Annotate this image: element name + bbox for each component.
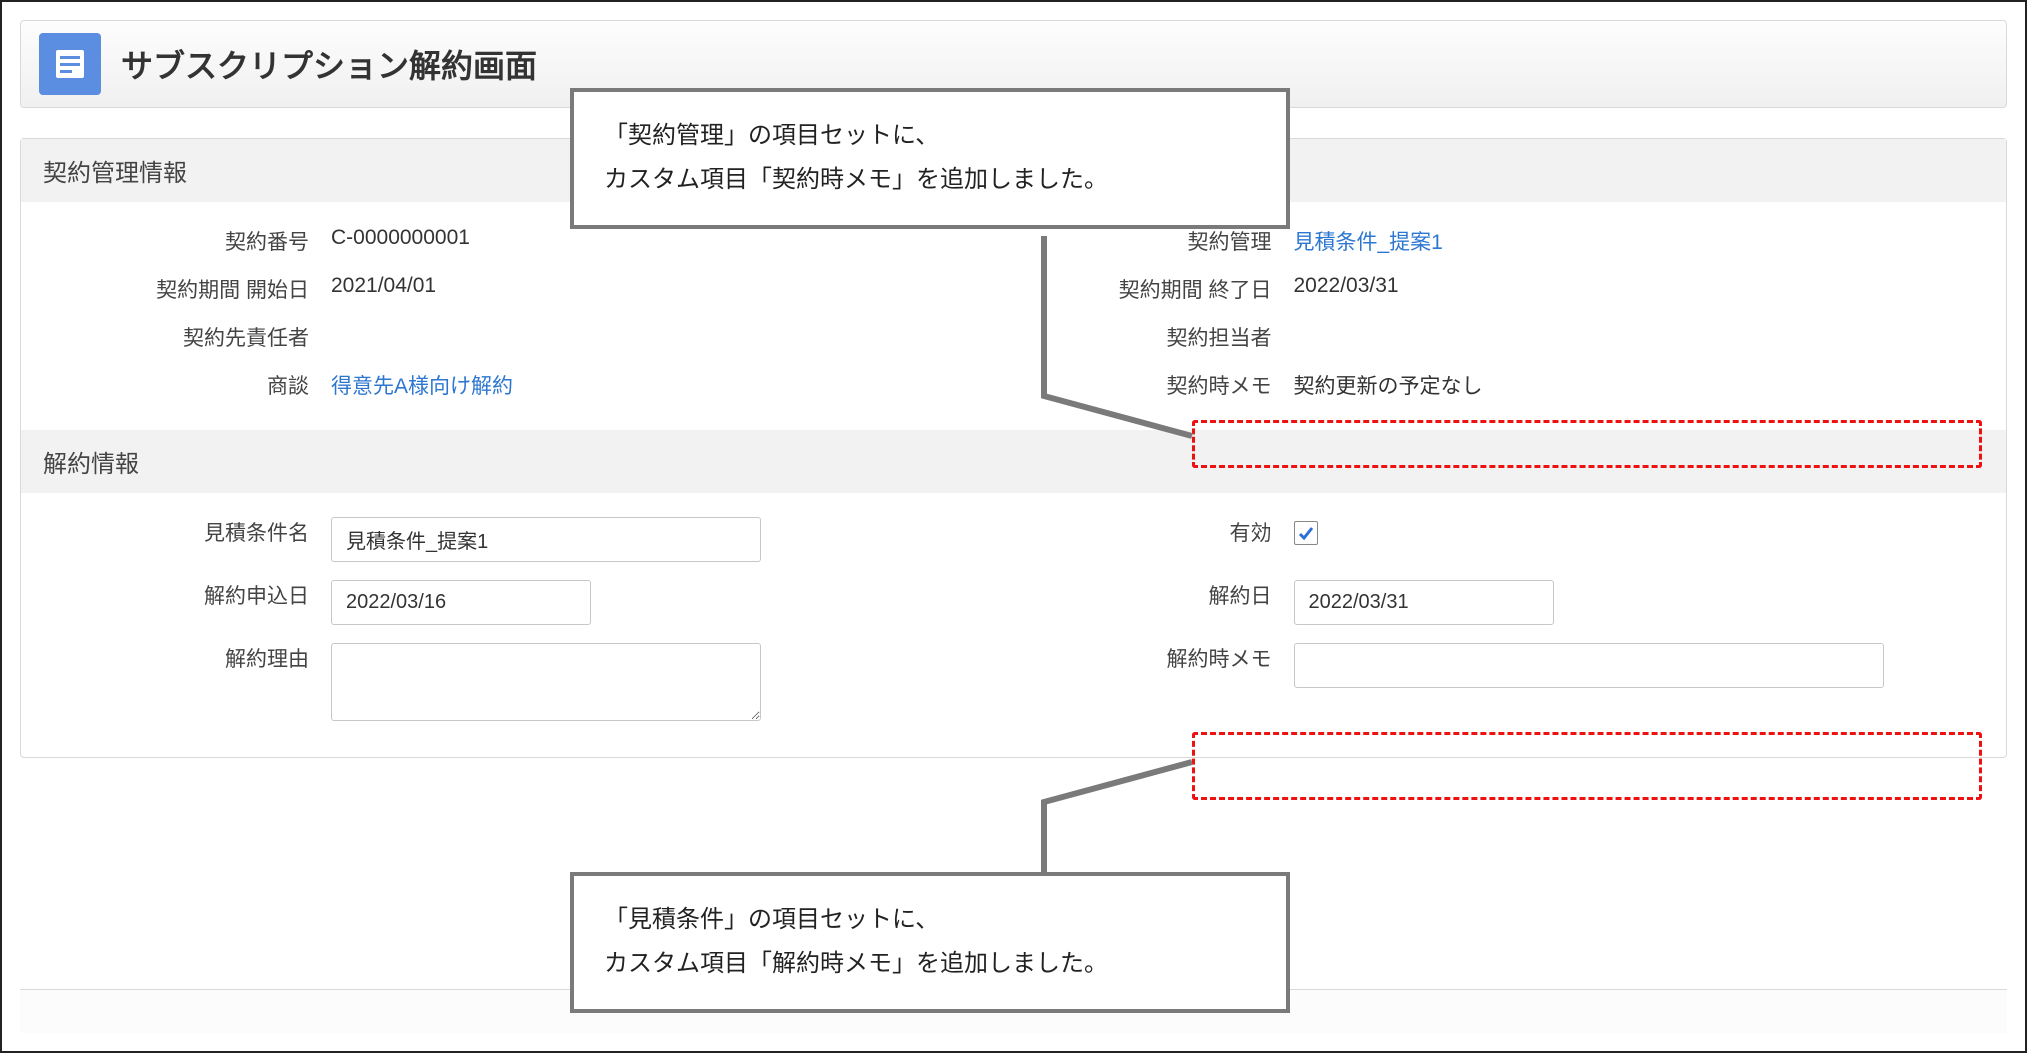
input-quote-name[interactable]	[331, 517, 761, 562]
document-icon	[50, 44, 90, 84]
section-body-contract-mgmt: 契約番号 C-0000000001 契約管理 見積条件_提案1 契約期間 開始日…	[21, 202, 2006, 430]
label-cancel-date: 解約日	[1014, 574, 1294, 610]
page-title: サブスクリプション解約画面	[121, 41, 537, 87]
input-cancel-date[interactable]	[1294, 580, 1554, 625]
value-period-end: 2022/03/31	[1294, 268, 1977, 298]
value-period-start: 2021/04/01	[331, 268, 1014, 298]
link-opportunity[interactable]: 得意先A様向け解約	[331, 364, 1014, 400]
label-period-start: 契約期間 開始日	[51, 268, 331, 304]
label-opportunity: 商談	[51, 364, 331, 400]
callout-bottom-line2: カスタム項目「解約時メモ」を追加しました。	[604, 942, 1256, 986]
input-cancel-apply-date[interactable]	[331, 580, 591, 625]
callout-bottom-pointer	[1042, 762, 1282, 892]
value-client-mgr	[331, 316, 1014, 322]
app-frame: サブスクリプション解約画面 契約管理情報 契約番号 C-0000000001 契…	[0, 0, 2027, 1053]
label-client-mgr: 契約先責任者	[51, 316, 331, 352]
callout-top-line2: カスタム項目「契約時メモ」を追加しました。	[604, 158, 1256, 202]
main-card: 契約管理情報 契約番号 C-0000000001 契約管理 見積条件_提案1 契…	[20, 138, 2007, 758]
callout-bottom-line1: 「見積条件」の項目セットに、	[604, 898, 1256, 942]
input-cancel-memo[interactable]	[1294, 643, 1884, 688]
label-cancel-apply-date: 解約申込日	[51, 574, 331, 610]
label-quote-name: 見積条件名	[51, 511, 331, 547]
checkbox-active[interactable]	[1294, 521, 1318, 545]
label-cancel-memo: 解約時メモ	[1014, 637, 1294, 673]
label-cancel-reason: 解約理由	[51, 637, 331, 673]
textarea-cancel-reason[interactable]	[331, 643, 761, 721]
link-contract-mgmt[interactable]: 見積条件_提案1	[1294, 220, 1977, 256]
label-active: 有効	[1014, 511, 1294, 547]
section-header-cancel-info: 解約情報	[21, 430, 2006, 493]
value-contract-memo: 契約更新の予定なし	[1294, 364, 1977, 400]
page-icon	[39, 33, 101, 95]
callout-top: 「契約管理」の項目セットに、 カスタム項目「契約時メモ」を追加しました。	[570, 88, 1290, 229]
check-icon	[1297, 524, 1315, 542]
callout-top-pointer	[1042, 236, 1282, 456]
callout-bottom: 「見積条件」の項目セットに、 カスタム項目「解約時メモ」を追加しました。	[570, 872, 1290, 1013]
callout-top-line1: 「契約管理」の項目セットに、	[604, 114, 1256, 158]
label-contract-no: 契約番号	[51, 220, 331, 256]
section-body-cancel-info: 見積条件名 有効 解約申込日 解	[21, 493, 2006, 757]
value-contract-mgr	[1294, 316, 1977, 322]
